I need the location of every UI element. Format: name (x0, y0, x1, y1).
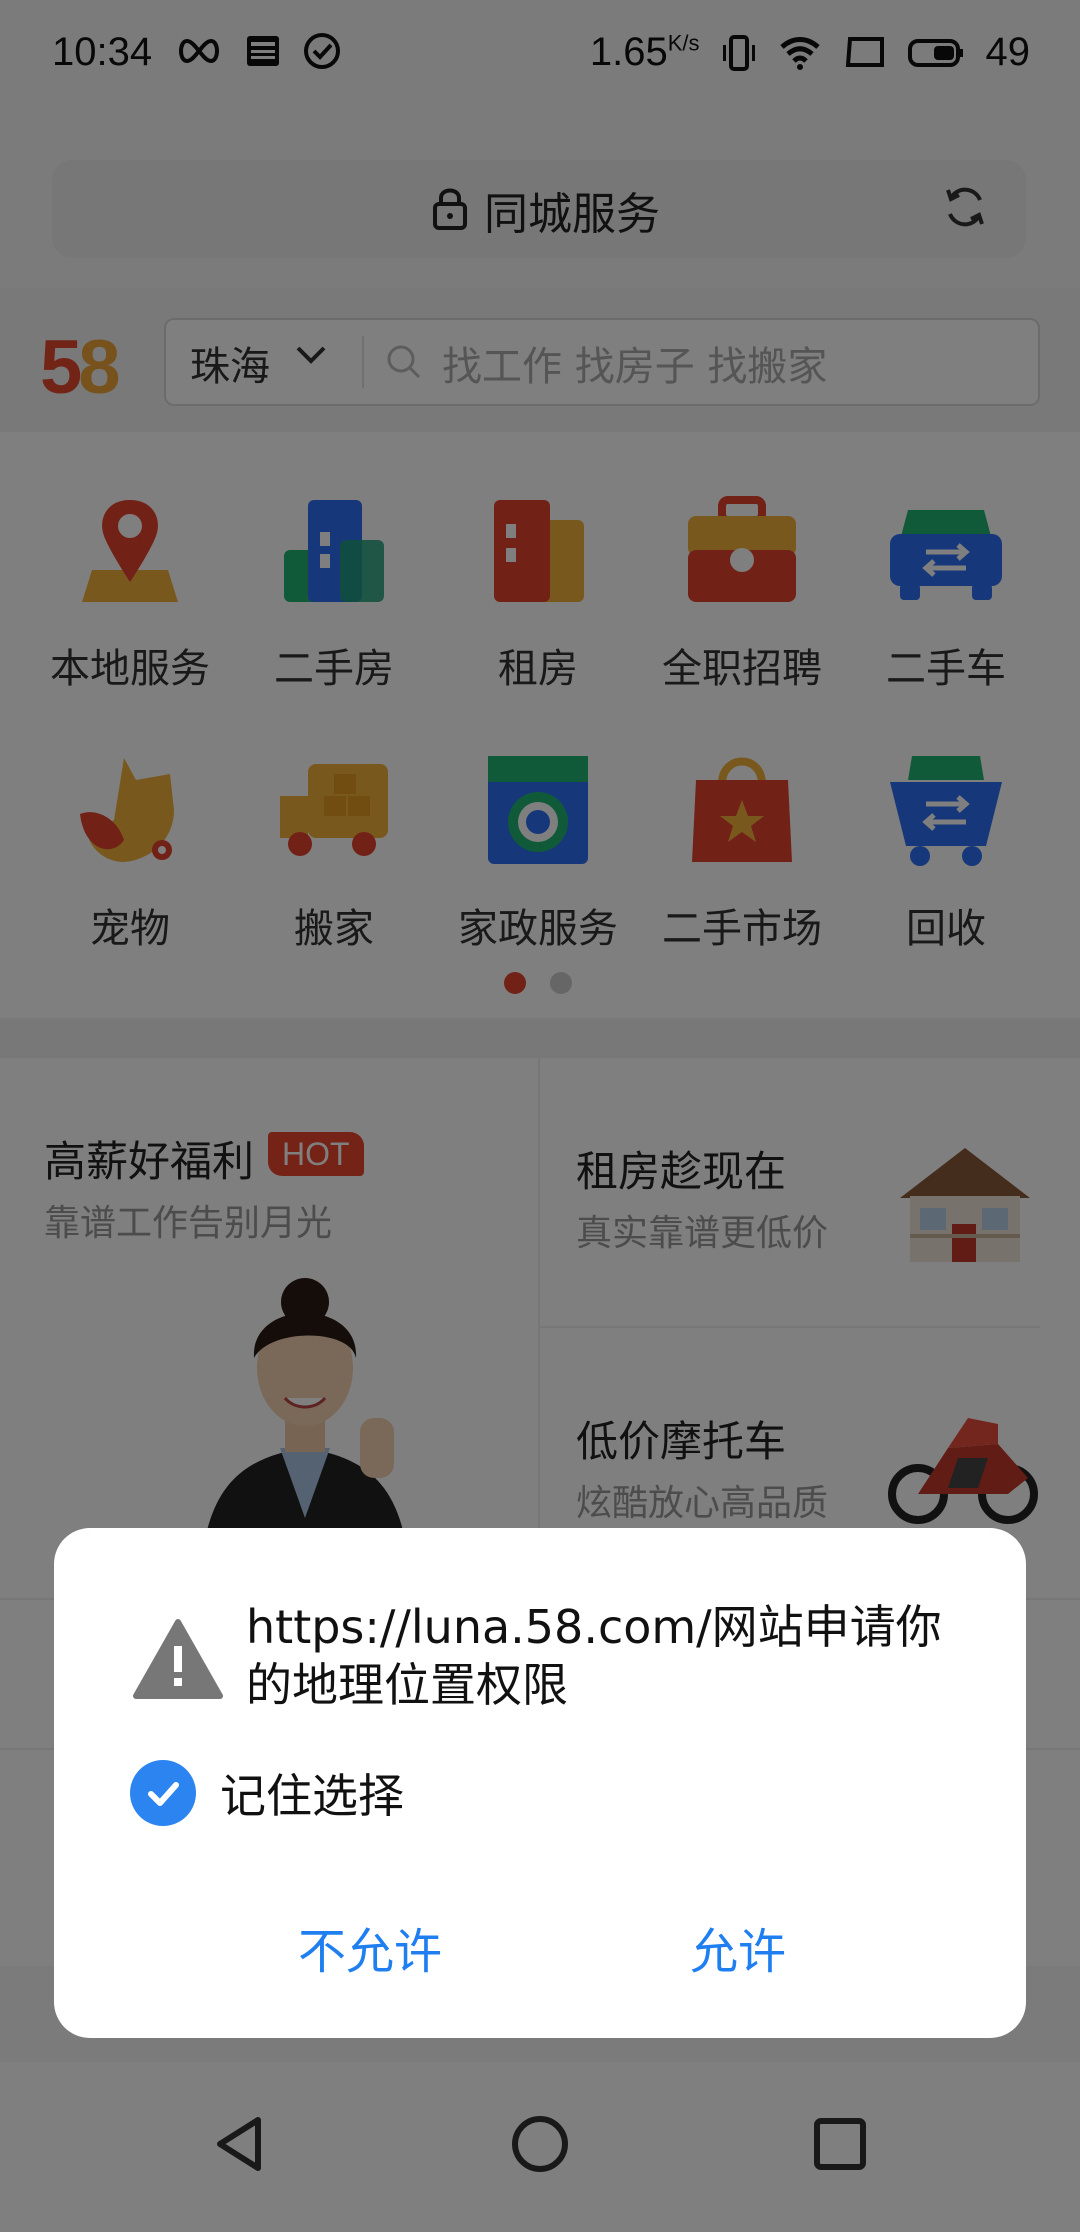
screen: 10:34 1.65K/s 49 同城服务 58 珠海 (0, 0, 1080, 2232)
allow-button[interactable]: 允许 (684, 1902, 792, 1992)
checkbox-checked-icon[interactable] (130, 1760, 196, 1826)
remember-choice-label: 记住选择 (220, 1769, 404, 1823)
warning-icon (133, 1619, 223, 1699)
dialog-message: https://luna.58.com/网站申请你的地理位置权限 (246, 1600, 942, 1712)
deny-button[interactable]: 不允许 (292, 1902, 448, 1992)
remember-choice-checkbox[interactable]: 记住选择 (130, 1760, 404, 1826)
location-permission-dialog: https://luna.58.com/网站申请你的地理位置权限 记住选择 不允… (54, 1528, 1026, 2038)
